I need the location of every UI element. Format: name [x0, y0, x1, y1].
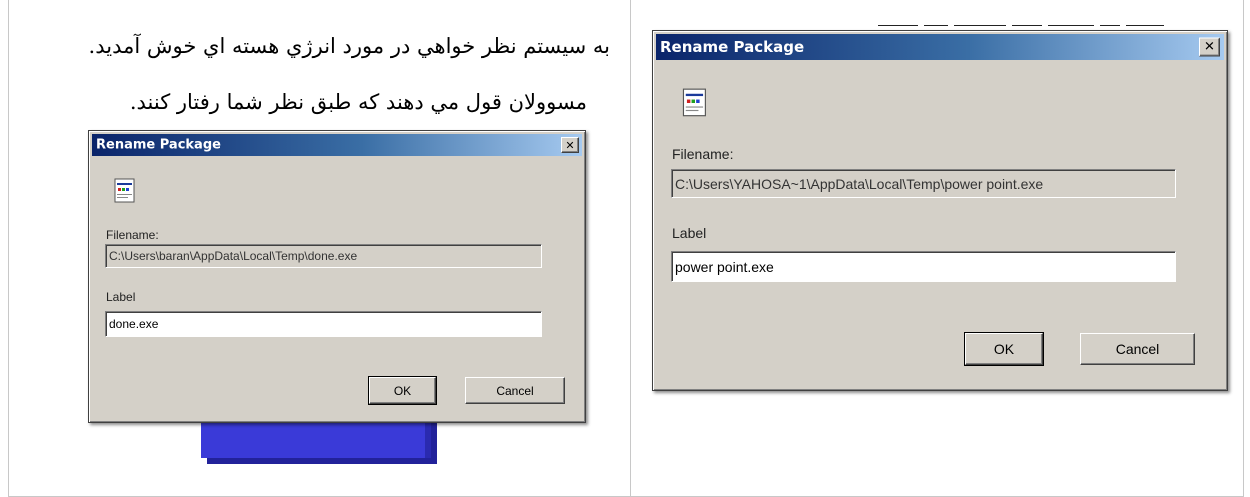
rename-package-dialog-right: Rename Package ✕ Filename: C:\Users\YAHO…	[652, 30, 1228, 391]
dialog-titlebar[interactable]: Rename Package ✕	[656, 34, 1224, 60]
filename-field: C:\Users\YAHOSA~1\AppData\Local\Temp\pow…	[671, 169, 1176, 198]
persian-intro-line-2: مسوولان قول مي دهند که طبق نظر شما رفتار…	[129, 90, 587, 114]
close-icon: ✕	[1204, 39, 1215, 55]
ok-button[interactable]: OK	[368, 376, 437, 405]
filename-label: Filename:	[672, 146, 734, 162]
cancel-button[interactable]: Cancel	[465, 377, 565, 404]
close-button[interactable]: ✕	[561, 137, 579, 153]
cancel-button[interactable]: Cancel	[1080, 333, 1195, 365]
filename-field: C:\Users\baran\AppData\Local\Temp\done.e…	[105, 244, 542, 268]
label-label: Label	[672, 225, 707, 241]
cropped-background-text	[878, 16, 1228, 26]
package-icon	[114, 178, 135, 203]
dialog-titlebar[interactable]: Rename Package ✕	[92, 134, 582, 156]
label-input[interactable]: done.exe	[105, 311, 542, 337]
dialog-title: Rename Package	[660, 38, 805, 56]
label-input[interactable]: power point.exe	[671, 251, 1176, 282]
close-button[interactable]: ✕	[1199, 37, 1220, 57]
persian-intro-line-1: به سیستم نظر خواهي در مورد انرژي هسته اي…	[88, 34, 610, 58]
label-label: Label	[106, 290, 136, 304]
rename-package-dialog-left: Rename Package ✕ Filename: C:\Users\bara…	[88, 130, 586, 423]
package-icon	[682, 88, 706, 117]
filename-label: Filename:	[106, 228, 159, 242]
dialog-title: Rename Package	[96, 137, 221, 153]
close-icon: ✕	[565, 138, 575, 152]
ok-button[interactable]: OK	[964, 332, 1044, 366]
column-divider	[630, 0, 631, 497]
